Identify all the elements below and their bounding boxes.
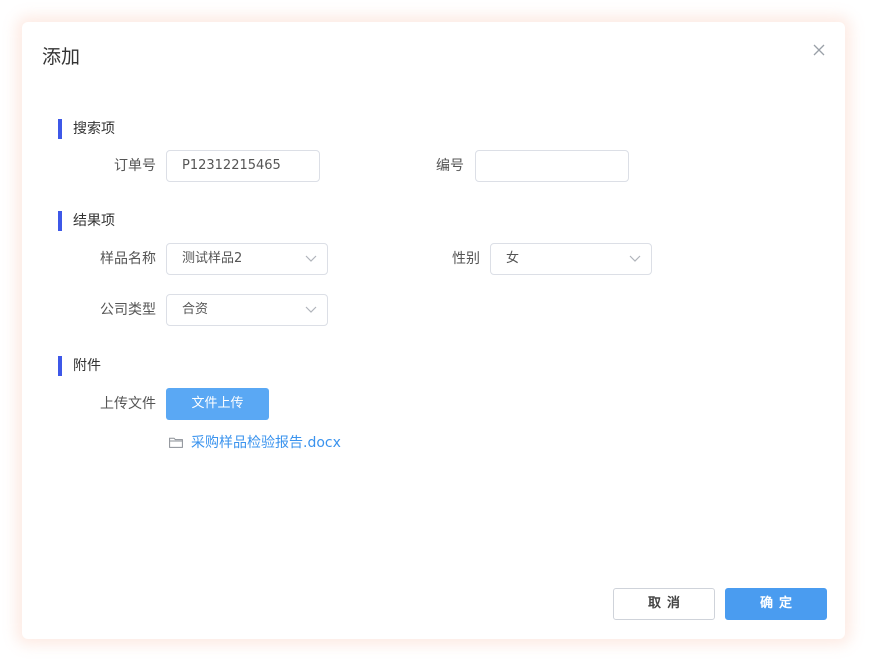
code-label: 编号 <box>436 158 464 174</box>
folder-icon <box>169 437 183 448</box>
chevron-down-icon <box>305 306 317 313</box>
section-accent-bar <box>58 211 62 231</box>
section-attachment-title: 附件 <box>73 358 101 374</box>
company-type-value: 合资 <box>182 302 209 317</box>
section-result-title: 结果项 <box>73 213 115 229</box>
chevron-down-icon <box>305 255 317 262</box>
sample-name-value: 测试样品2 <box>182 251 243 266</box>
sample-name-label: 样品名称 <box>100 251 156 267</box>
confirm-button[interactable]: 确定 <box>725 588 827 620</box>
section-attachment: 附件 <box>58 356 101 376</box>
section-result: 结果项 <box>58 211 115 231</box>
dialog-title: 添加 <box>42 46 81 68</box>
attachment-file-link[interactable]: 采购样品检验报告.docx <box>169 433 341 453</box>
gender-value: 女 <box>506 251 520 266</box>
company-type-select[interactable]: 合资 <box>166 294 328 326</box>
order-no-label: 订单号 <box>114 158 156 174</box>
upload-file-button[interactable]: 文件上传 <box>166 388 269 420</box>
gender-select[interactable]: 女 <box>490 243 652 275</box>
sample-name-select[interactable]: 测试样品2 <box>166 243 328 275</box>
attachment-file-name: 采购样品检验报告.docx <box>191 435 341 451</box>
upload-label: 上传文件 <box>100 396 156 412</box>
code-input[interactable] <box>475 150 629 182</box>
company-type-label: 公司类型 <box>100 302 156 318</box>
add-dialog: 添加 搜索项 订单号 P12312215465 编号 结果项 样品名称 测试样品… <box>22 22 845 639</box>
section-search-title: 搜索项 <box>73 121 115 137</box>
gender-label: 性别 <box>452 251 480 267</box>
section-accent-bar <box>58 356 62 376</box>
cancel-button[interactable]: 取消 <box>613 588 715 620</box>
chevron-down-icon <box>629 255 641 262</box>
section-search: 搜索项 <box>58 119 115 139</box>
order-no-input[interactable]: P12312215465 <box>166 150 320 182</box>
section-accent-bar <box>58 119 62 139</box>
close-icon[interactable] <box>811 42 827 58</box>
